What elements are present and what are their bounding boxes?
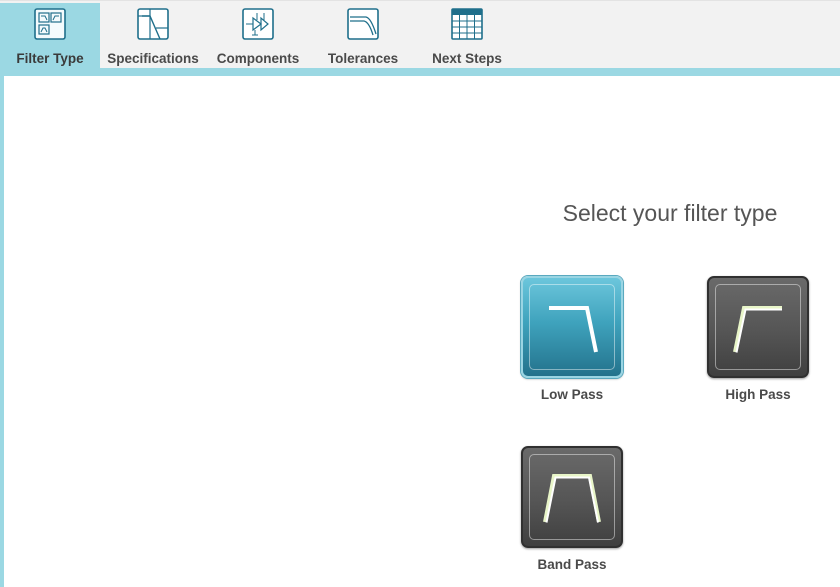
tab-next-steps[interactable]: Next Steps xyxy=(416,3,518,69)
tab-label: Next Steps xyxy=(432,51,502,66)
tab-label: Tolerances xyxy=(327,51,399,66)
low-pass-option[interactable]: Low Pass xyxy=(512,276,632,402)
tab-specifications[interactable]: Specifications xyxy=(100,3,206,69)
top-toolbar: Filter Type Specifications Components To… xyxy=(0,0,840,69)
band-pass-icon xyxy=(543,474,601,523)
next-steps-icon xyxy=(450,8,484,40)
filter-design-app: Filter Type Specifications Components To… xyxy=(0,0,840,587)
low-pass-label: Low Pass xyxy=(540,387,604,402)
left-accent-strip xyxy=(0,68,4,587)
band-pass-label: Band Pass xyxy=(537,557,607,572)
low-pass-tile[interactable] xyxy=(521,276,623,378)
tab-label: Specifications xyxy=(107,51,199,66)
tab-tolerances[interactable]: Tolerances xyxy=(310,3,416,69)
page-heading: Select your filter type xyxy=(562,200,778,226)
specifications-icon xyxy=(136,8,170,40)
high-pass-option[interactable]: High Pass xyxy=(698,276,818,402)
toolbar-accent-strip xyxy=(0,68,840,76)
high-pass-label: High Pass xyxy=(725,387,791,402)
tab-label: Filter Type xyxy=(16,51,84,66)
high-pass-tile[interactable] xyxy=(707,276,809,378)
high-pass-icon xyxy=(733,306,782,353)
band-pass-tile[interactable] xyxy=(521,446,623,548)
tab-filter-type[interactable]: Filter Type xyxy=(0,3,100,69)
low-pass-icon xyxy=(549,306,598,353)
tolerances-icon xyxy=(346,8,380,40)
tab-components[interactable]: Components xyxy=(206,3,310,69)
filter-type-icon xyxy=(33,8,67,40)
tab-label: Components xyxy=(216,51,300,66)
band-pass-option[interactable]: Band Pass xyxy=(512,446,632,572)
components-icon xyxy=(241,8,275,40)
